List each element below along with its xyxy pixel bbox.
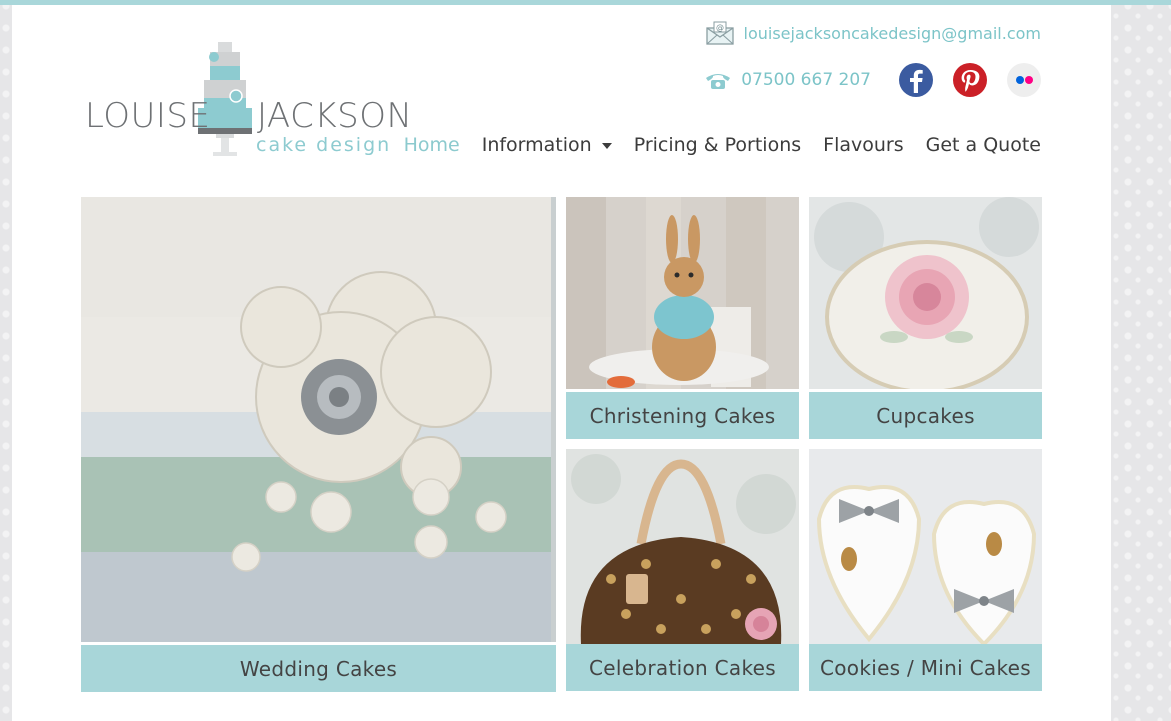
envelope-icon: @ (705, 21, 734, 45)
tile-cookies-mini-cakes[interactable]: Cookies / Mini Cakes (809, 449, 1042, 691)
phone-icon (706, 74, 731, 89)
tile-caption: Celebration Cakes (566, 644, 799, 691)
main-nav: Home Information Pricing & Portions Flav… (404, 134, 1041, 156)
nav-home[interactable]: Home (404, 134, 460, 156)
email-link[interactable]: louisejacksoncakedesign@gmail.com (744, 24, 1042, 43)
svg-text:@: @ (716, 23, 724, 32)
nav-information-label: Information (481, 134, 592, 156)
nav-flavours[interactable]: Flavours (823, 134, 903, 156)
page-container: LOUISE JACKSON cake design @ louisejacks… (12, 5, 1111, 721)
logo-first-name: LOUISE (85, 96, 211, 136)
tile-cupcakes[interactable]: Cupcakes (809, 197, 1042, 439)
chevron-down-icon (601, 142, 612, 149)
flickr-icon[interactable] (1007, 63, 1041, 97)
email-contact: @ louisejacksoncakedesign@gmail.com (705, 21, 1042, 45)
cookies-image (809, 449, 1042, 644)
tile-caption: Christening Cakes (566, 392, 799, 439)
site-logo[interactable]: LOUISE JACKSON cake design (81, 38, 412, 163)
phone-number: 07500 667 207 (741, 70, 871, 90)
tile-caption: Wedding Cakes (81, 645, 556, 692)
facebook-icon[interactable] (899, 63, 933, 97)
tile-wedding-cakes[interactable]: Wedding Cakes (81, 197, 556, 692)
christening-cake-image (566, 197, 799, 389)
logo-wordmark: LOUISE JACKSON (85, 96, 412, 136)
nav-get-a-quote[interactable]: Get a Quote (926, 134, 1041, 156)
phone-social-row: 07500 667 207 (703, 63, 1041, 97)
tile-caption: Cookies / Mini Cakes (809, 644, 1042, 691)
logo-last-name: JACKSON (257, 96, 413, 136)
tile-caption: Cupcakes (809, 392, 1042, 439)
celebration-cake-image (566, 449, 799, 644)
cupcake-image (809, 197, 1042, 389)
nav-pricing-portions[interactable]: Pricing & Portions (634, 134, 801, 156)
nav-information[interactable]: Information (482, 134, 612, 156)
logo-tagline: cake design (256, 134, 392, 156)
tile-christening-cakes[interactable]: Christening Cakes (566, 197, 799, 439)
wedding-cake-image (81, 197, 556, 642)
pinterest-icon[interactable] (953, 63, 987, 97)
tile-celebration-cakes[interactable]: Celebration Cakes (566, 449, 799, 691)
